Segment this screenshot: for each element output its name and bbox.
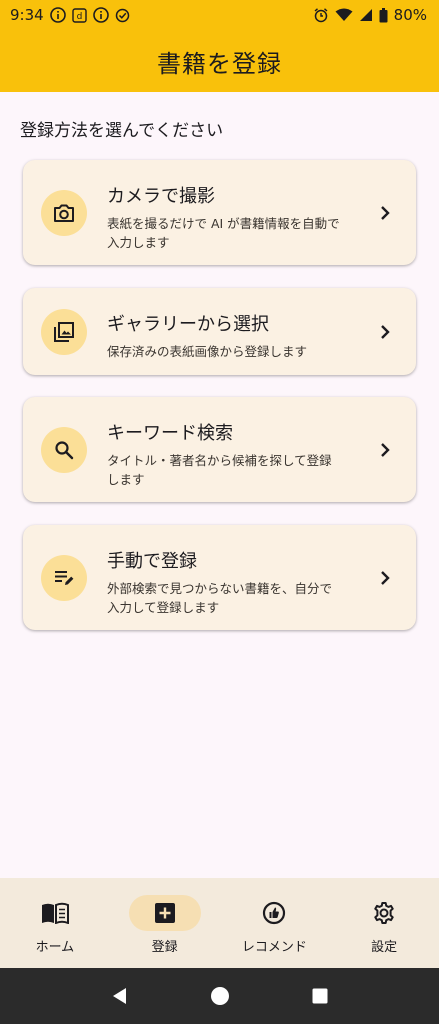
recommend-icon: [263, 901, 286, 925]
wifi-icon: [335, 8, 353, 22]
nav-label: 登録: [151, 940, 178, 955]
camera-icon: [41, 190, 87, 236]
d-app-icon: d: [71, 7, 87, 23]
info-icon-2: [92, 7, 109, 23]
gallery-icon: [41, 309, 87, 355]
gear-icon: [374, 902, 394, 924]
alarm-icon: [313, 7, 329, 23]
back-icon[interactable]: [111, 987, 129, 1005]
option-title: ギャラリーから選択: [107, 314, 269, 335]
option-gallery-text: ギャラリーから選択 保存済みの表紙画像から登録します: [107, 310, 372, 361]
page-title: 書籍を登録: [157, 49, 282, 78]
option-camera-text: カメラで撮影 表紙を撮るだけで AI が書籍情報を自動で 入力します: [107, 182, 372, 252]
option-manual-card[interactable]: 手動で登録 外部検索で見つからない書籍を、自分で 入力して登録します: [23, 525, 416, 630]
main-content: 登録方法を選んでください カメラで撮影 表紙を撮るだけで AI が書籍情報を自動…: [0, 92, 439, 878]
option-title: 手動で登録: [107, 551, 197, 572]
option-camera-card[interactable]: カメラで撮影 表紙を撮るだけで AI が書籍情報を自動で 入力します: [23, 160, 416, 265]
battery-icon: [379, 7, 388, 23]
option-desc-line1: 保存済みの表紙画像から登録します: [107, 344, 308, 359]
option-gallery-card[interactable]: ギャラリーから選択 保存済みの表紙画像から登録します: [23, 288, 416, 375]
cell-signal-icon: [359, 8, 373, 22]
search-icon: [41, 427, 87, 473]
nav-icon-wrap: [348, 895, 420, 931]
nav-icon-wrap: [19, 895, 91, 931]
check-circle-icon: [115, 8, 130, 23]
add-box-icon: [154, 903, 175, 923]
nav-label: レコメンド: [241, 940, 307, 955]
recents-icon[interactable]: [312, 988, 328, 1004]
chevron-right-icon: [381, 571, 390, 585]
edit-note-icon: [41, 555, 87, 601]
option-desc-line1: タイトル・著者名から候補を探して登録: [107, 453, 332, 468]
instruction-text: 登録方法を選んでください: [20, 121, 224, 141]
nav-label: ホーム: [35, 940, 75, 955]
option-desc-line2: 入力して登録します: [107, 600, 220, 615]
option-title: カメラで撮影: [107, 186, 215, 207]
chevron-right-icon: [381, 206, 390, 220]
status-time: 9:34: [10, 6, 44, 24]
nav-icon-wrap: [238, 895, 310, 931]
nav-item-settings[interactable]: 設定: [329, 878, 439, 968]
system-nav-bar: [0, 968, 439, 1024]
status-right: 80%: [313, 6, 427, 24]
nav-item-register[interactable]: 登録: [110, 878, 220, 968]
option-desc-line1: 外部検索で見つからない書籍を、自分で: [107, 581, 333, 596]
option-desc: 表紙を撮るだけで AI が書籍情報を自動で 入力します: [107, 214, 372, 252]
option-desc: 保存済みの表紙画像から登録します: [107, 342, 372, 361]
nav-label: 設定: [371, 940, 398, 955]
option-desc-line2: します: [107, 472, 145, 487]
option-search-card[interactable]: キーワード検索 タイトル・著者名から候補を探して登録 します: [23, 397, 416, 502]
nav-item-recommend[interactable]: レコメンド: [220, 878, 330, 968]
option-desc-line1: 表紙を撮るだけで AI が書籍情報を自動で: [107, 216, 340, 231]
option-title: キーワード検索: [107, 423, 233, 444]
nav-item-home[interactable]: ホーム: [0, 878, 110, 968]
option-desc: タイトル・著者名から候補を探して登録 します: [107, 451, 372, 489]
bottom-nav: ホーム 登録 レコメンド 設定: [0, 878, 439, 968]
app-bar: 書籍を登録: [0, 30, 439, 92]
home-icon[interactable]: [210, 986, 230, 1006]
chevron-right-icon: [381, 325, 390, 339]
book-icon: [41, 902, 69, 924]
option-desc: 外部検索で見つからない書籍を、自分で 入力して登録します: [107, 579, 372, 617]
info-icon: [49, 7, 66, 23]
status-left: 9:34 d: [10, 6, 130, 24]
option-desc-line2: 入力します: [107, 235, 170, 250]
option-search-text: キーワード検索 タイトル・著者名から候補を探して登録 します: [107, 419, 372, 489]
option-manual-text: 手動で登録 外部検索で見つからない書籍を、自分で 入力して登録します: [107, 547, 372, 617]
nav-icon-wrap-active: [128, 895, 201, 931]
chevron-right-icon: [381, 443, 390, 457]
status-bar: 9:34 d 80%: [0, 0, 439, 30]
svg-text:d: d: [76, 12, 82, 22]
battery-percent: 80%: [393, 6, 427, 24]
